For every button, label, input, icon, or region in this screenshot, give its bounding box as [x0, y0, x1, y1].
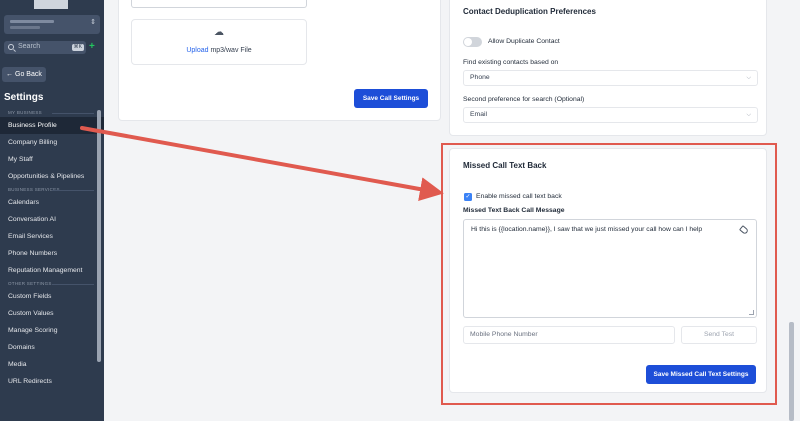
- chevron-down-icon: ⌵: [746, 112, 751, 118]
- settings-nav: MY BUSINESS Business Profile Company Bil…: [0, 108, 104, 390]
- settings-heading: Settings: [4, 92, 44, 103]
- upload-file-type: mp3/wav File: [208, 47, 252, 54]
- second-preference-label: Second preference for search (Optional): [463, 96, 585, 103]
- account-switcher[interactable]: ⇕: [4, 15, 100, 34]
- account-name-blur: [10, 20, 54, 23]
- go-back-button[interactable]: ← Go Back: [2, 67, 46, 82]
- chevron-updown-icon: ⇕: [90, 19, 96, 26]
- dedup-preferences-card: Contact Deduplication Preferences Allow …: [449, 0, 767, 136]
- arrow-left-icon: ←: [6, 71, 13, 78]
- annotation-highlight-box: [441, 143, 777, 405]
- search-label: Search: [18, 43, 41, 50]
- cloud-upload-icon: ☁: [214, 27, 224, 38]
- upload-link[interactable]: Upload: [186, 47, 208, 54]
- sidebar-item-calendars[interactable]: Calendars: [0, 194, 104, 211]
- sidebar-item-opportunities-pipelines[interactable]: Opportunities & Pipelines: [0, 168, 104, 185]
- quick-add-button[interactable]: +: [89, 42, 95, 52]
- find-contacts-select[interactable]: Phone ⌵: [463, 70, 758, 86]
- sidebar-item-custom-values[interactable]: Custom Values: [0, 305, 104, 322]
- audio-upload-dropzone[interactable]: ☁ Upload mp3/wav File: [131, 19, 307, 65]
- find-contacts-label: Find existing contacts based on: [463, 59, 559, 66]
- sidebar-item-reputation-management[interactable]: Reputation Management: [0, 262, 104, 279]
- second-preference-value: Email: [470, 111, 487, 118]
- sidebar-item-media[interactable]: Media: [0, 356, 104, 373]
- settings-main: ☁ Upload mp3/wav File Save Call Settings…: [104, 0, 800, 421]
- dedup-title: Contact Deduplication Preferences: [463, 7, 596, 16]
- go-back-label: Go Back: [15, 71, 42, 78]
- second-preference-select[interactable]: Email ⌵: [463, 107, 758, 123]
- search-icon: [8, 44, 14, 50]
- chevron-down-icon: ⌵: [746, 75, 751, 81]
- upload-text: Upload mp3/wav File: [132, 47, 306, 54]
- sidebar-item-conversation-ai[interactable]: Conversation AI: [0, 211, 104, 228]
- account-address-blur: [10, 26, 40, 29]
- save-call-settings-button[interactable]: Save Call Settings: [354, 89, 428, 108]
- settings-sidebar: ⇕ Search ⌘K + ← Go Back Settings MY BUSIN…: [0, 0, 104, 421]
- sidebar-item-custom-fields[interactable]: Custom Fields: [0, 288, 104, 305]
- find-contacts-value: Phone: [470, 74, 490, 81]
- sidebar-item-domains[interactable]: Domains: [0, 339, 104, 356]
- sidebar-item-business-profile[interactable]: Business Profile: [0, 117, 104, 134]
- allow-duplicate-toggle[interactable]: [463, 37, 482, 47]
- section-label-business-services: BUSINESS SERVICES: [0, 185, 104, 194]
- sidebar-item-my-staff[interactable]: My Staff: [0, 151, 104, 168]
- section-label-other-settings: OTHER SETTINGS: [0, 279, 104, 288]
- search-shortcut-badge: ⌘K: [71, 44, 84, 51]
- call-settings-card: ☁ Upload mp3/wav File Save Call Settings: [118, 0, 441, 121]
- sidebar-scrollbar[interactable]: [97, 110, 101, 362]
- file-field[interactable]: [131, 0, 307, 8]
- sidebar-item-url-redirects[interactable]: URL Redirects: [0, 373, 104, 390]
- allow-duplicate-label: Allow Duplicate Contact: [488, 38, 560, 45]
- main-scrollbar[interactable]: [789, 322, 794, 421]
- section-label-my-business: MY BUSINESS: [0, 108, 104, 117]
- company-logo: [34, 0, 68, 9]
- sidebar-search[interactable]: Search ⌘K: [4, 41, 86, 54]
- sidebar-item-company-billing[interactable]: Company Billing: [0, 134, 104, 151]
- sidebar-item-manage-scoring[interactable]: Manage Scoring: [0, 322, 104, 339]
- sidebar-item-phone-numbers[interactable]: Phone Numbers: [0, 245, 104, 262]
- sidebar-item-email-services[interactable]: Email Services: [0, 228, 104, 245]
